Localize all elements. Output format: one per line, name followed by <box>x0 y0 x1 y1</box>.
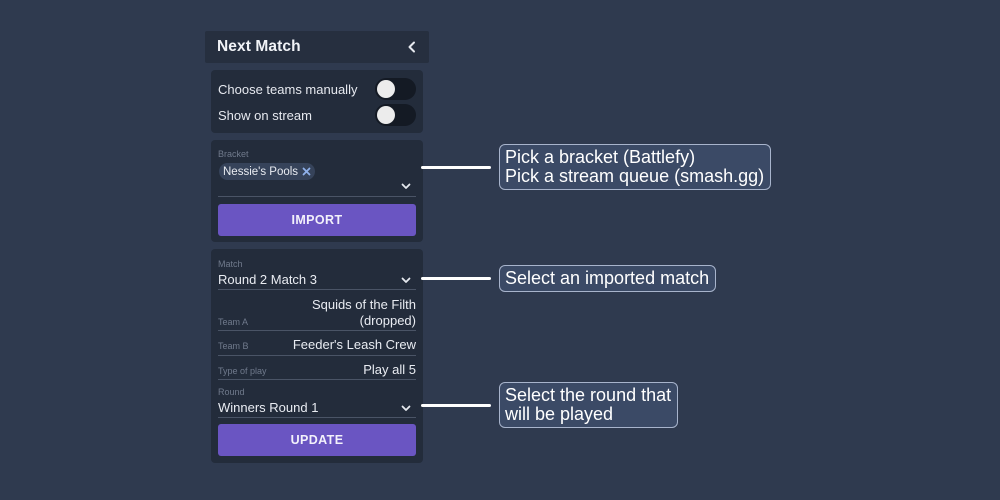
show-on-stream-toggle[interactable] <box>375 104 416 126</box>
match-label: Match <box>218 259 243 269</box>
import-button[interactable]: IMPORT <box>218 204 416 236</box>
callout-round: Select the round that will be played <box>499 382 679 428</box>
choose-teams-label: Choose teams manually <box>218 81 358 97</box>
update-button[interactable]: UPDATE <box>218 424 416 456</box>
type-of-play-label: Type of play <box>218 366 267 376</box>
bracket-chip-label: Nessie's Pools <box>223 165 299 178</box>
chevron-down-icon[interactable] <box>401 276 411 284</box>
toggle-knob <box>377 80 395 98</box>
callout-round-line2: will be played <box>505 404 614 424</box>
team-b-label: Team B <box>218 341 249 351</box>
bracket-chip[interactable]: Nessie's Pools <box>219 163 316 180</box>
match-underline <box>218 289 416 290</box>
show-on-stream-label: Show on stream <box>218 107 312 123</box>
callout-connector-round <box>421 404 491 407</box>
close-icon[interactable] <box>301 167 311 177</box>
team-a-name: Squids of the Filth <box>311 297 416 312</box>
callout-connector-bracket <box>421 166 491 169</box>
toggle-row-choose-teams: Choose teams manually <box>218 76 416 102</box>
round-select-value[interactable]: Winners Round 1 <box>218 400 318 415</box>
round-label: Round <box>218 387 245 397</box>
callout-bracket-line2: Pick a stream queue (smash.gg) <box>505 166 765 186</box>
round-underline <box>218 417 416 418</box>
chevron-down-icon[interactable] <box>401 404 411 412</box>
type-of-play-underline <box>218 379 416 380</box>
chevron-left-icon[interactable] <box>405 40 417 54</box>
chevron-down-icon[interactable] <box>401 182 411 190</box>
panel-title: Next Match <box>217 38 301 55</box>
team-a-status: (dropped) <box>359 313 416 328</box>
panel-header: Next Match <box>205 31 429 63</box>
toggle-knob <box>377 106 395 124</box>
toggle-row-show-on-stream: Show on stream <box>218 102 416 128</box>
team-b-underline <box>218 355 416 356</box>
team-a-value[interactable]: Squids of the Filth (dropped) <box>312 297 416 329</box>
match-select-value[interactable]: Round 2 Match 3 <box>218 272 317 287</box>
team-a-label: Team A <box>218 317 249 327</box>
type-of-play-value[interactable]: Play all 5 <box>363 362 416 378</box>
callout-bracket: Pick a bracket (Battlefy) Pick a stream … <box>499 144 772 190</box>
callout-bracket-line1: Pick a bracket (Battlefy) <box>505 147 696 167</box>
team-b-value[interactable]: Feeder's Leash Crew <box>293 337 416 353</box>
bracket-label: Bracket <box>218 149 249 159</box>
callout-match: Select an imported match <box>499 265 717 292</box>
bracket-underline <box>218 196 416 197</box>
team-a-underline <box>218 330 416 331</box>
choose-teams-toggle[interactable] <box>375 78 416 100</box>
callout-match-text: Select an imported match <box>505 268 710 288</box>
callout-connector-match <box>421 277 491 280</box>
toggles-card: Choose teams manually Show on stream <box>211 70 423 133</box>
callout-round-line1: Select the round that <box>505 385 672 405</box>
